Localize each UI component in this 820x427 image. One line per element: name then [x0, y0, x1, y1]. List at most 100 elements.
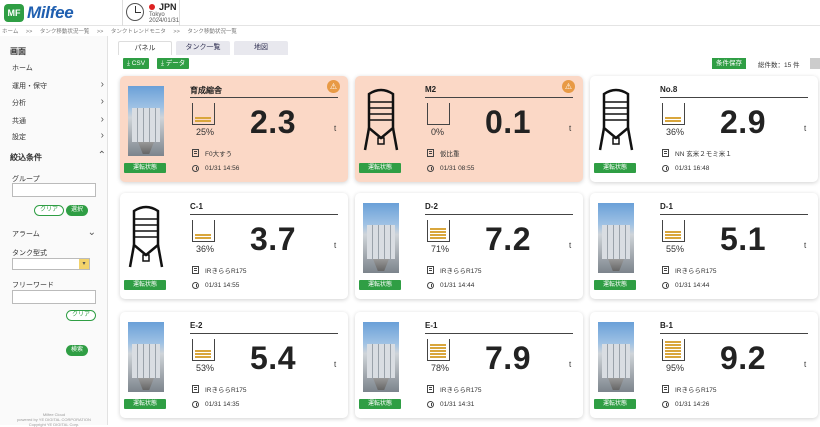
alarm-bell-icon[interactable]: ⚠ [562, 80, 575, 93]
document-icon [192, 266, 199, 274]
freeword-clear-button[interactable]: クリア [66, 310, 97, 321]
status-button[interactable]: 運転状態 [124, 163, 166, 173]
tank-card[interactable]: 運転状態 E-2 53% 5.4 t IRきららR175 01/31 14:35 [120, 312, 348, 418]
freeword-input[interactable] [12, 290, 96, 304]
group-input[interactable] [12, 183, 96, 197]
sidebar-section-title: 画面 [10, 47, 26, 56]
feed-name: IRきららR175 [440, 268, 482, 275]
japan-flag-icon [149, 4, 155, 10]
tank-card[interactable]: 運転状態 B-1 95% 9.2 t IRきららR175 01/31 14:26 [590, 312, 818, 418]
feed-row: IRきららR175 [192, 384, 247, 394]
sidebar-item-home[interactable]: ホーム [12, 63, 106, 73]
tank-image[interactable]: 運転状態 [594, 201, 654, 290]
group-clear-button[interactable]: クリア [34, 205, 65, 216]
feed-name: 仮比重 [440, 151, 460, 158]
tank-image[interactable]: 運転状態 [594, 84, 654, 173]
weight-unit: t [569, 360, 572, 369]
level-bar [430, 231, 446, 233]
chevron-down-icon: ⌄ [87, 227, 96, 238]
document-icon [662, 266, 669, 274]
sidebar-item-label: 運用・保守 [12, 83, 47, 90]
sidebar-item-common[interactable]: 共通 › [12, 114, 106, 126]
region-date: 2024/01/31 [149, 18, 180, 24]
weight-unit: t [569, 241, 572, 250]
status-button[interactable]: 運転状態 [594, 163, 636, 173]
csv-download-button[interactable]: ⤓ CSV [123, 58, 150, 69]
update-time: 01/31 14:35 [205, 401, 240, 408]
tab-map[interactable]: 地図 [234, 41, 288, 55]
data-download-button[interactable]: ⤓ データ [157, 58, 190, 69]
tank-card[interactable]: 運転状態 No.8 36% 2.9 t NN 玄米２モミ米１ 01/31 16:48 [590, 76, 818, 182]
breadcrumb-item[interactable]: タンクトレンドモニタ [111, 29, 166, 35]
status-button[interactable]: 運転状態 [124, 280, 166, 290]
tank-image[interactable]: 運転状態 [359, 201, 419, 290]
app-logo[interactable]: MF Milfee [4, 3, 74, 23]
tank-image[interactable]: 運転状態 [124, 320, 184, 409]
level-bar [665, 353, 681, 355]
level-bar [665, 356, 681, 358]
save-conditions-button[interactable]: 条件保存 [712, 58, 746, 69]
alarm-label: アラーム [12, 231, 40, 238]
feed-name: NN 玄米２モミ米１ [675, 151, 732, 158]
tank-type-label: タンク型式 [12, 250, 47, 257]
region-clock-panel: JPN Tokyo 2024/01/31 [122, 0, 180, 26]
breadcrumb-item[interactable]: タンク移動状況一覧 [40, 29, 90, 35]
status-button[interactable]: 運転状態 [124, 399, 166, 409]
title-divider [425, 214, 573, 215]
tank-card[interactable]: 運転状態 D-2 71% 7.2 t IRきららR175 01/31 14:44 [355, 193, 583, 299]
tank-card[interactable]: 運転状態 M2 ⚠ 0% 0.1 t 仮比重 01/31 08:55 [355, 76, 583, 182]
tank-image[interactable]: 運転状態 [124, 84, 184, 173]
level-bar [665, 347, 681, 349]
filter-title: 絞込条件 [10, 153, 42, 162]
update-time: 01/31 08:55 [440, 165, 475, 172]
group-select-button[interactable]: 選択 [66, 205, 89, 216]
tank-image[interactable]: 運転状態 [359, 320, 419, 409]
document-icon [192, 149, 199, 157]
time-row: 01/31 14:26 [662, 401, 709, 408]
tank-card[interactable]: 運転状態 D-1 55% 5.1 t IRきららR175 01/31 14:44 [590, 193, 818, 299]
time-row: 01/31 14:35 [192, 401, 239, 408]
search-button[interactable]: 検索 [66, 345, 89, 356]
tab-tank-list[interactable]: タンク一覧 [176, 41, 230, 55]
tank-card[interactable]: 運転状態 育成縮舎 ⚠ 25% 2.3 t F0大すう 01/31 14:56 [120, 76, 348, 182]
level-percent: 0% [431, 127, 445, 137]
title-divider [190, 97, 338, 98]
side-toggle-button[interactable] [810, 58, 820, 69]
tank-card[interactable]: 運転状態 C-1 36% 3.7 t IRきららR175 01/31 14:55 [120, 193, 348, 299]
tank-image[interactable]: 運転状態 [124, 201, 184, 290]
breadcrumb-home[interactable]: ホーム [2, 29, 18, 35]
level-bar [195, 237, 211, 239]
alarm-bell-icon[interactable]: ⚠ [327, 80, 340, 93]
update-time: 01/31 14:56 [205, 165, 240, 172]
sidebar-item-analysis[interactable]: 分析 › [12, 96, 106, 108]
level-bar [430, 356, 446, 358]
feed-name: IRきららR175 [205, 387, 247, 394]
clock-icon [192, 401, 199, 408]
breadcrumb-separator: >> [173, 29, 180, 35]
tank-image[interactable]: 運転状態 [359, 84, 419, 173]
sidebar-item-operation[interactable]: 運用・保守 › [12, 79, 106, 91]
level-gauge-icon [427, 103, 450, 125]
status-button[interactable]: 運転状態 [359, 280, 401, 290]
tank-weight: 7.2 [485, 221, 531, 257]
status-button[interactable]: 運転状態 [359, 399, 401, 409]
sidebar-item-label: ホーム [12, 65, 33, 72]
tank-card[interactable]: 運転状態 E-1 78% 7.9 t IRきららR175 01/31 14:31 [355, 312, 583, 418]
sidebar-item-settings[interactable]: 設定 › [12, 130, 106, 142]
tab-panel[interactable]: パネル [118, 41, 172, 55]
update-time: 01/31 14:44 [440, 282, 475, 289]
tank-type-select[interactable]: ▾ [12, 258, 90, 270]
dropdown-arrow-icon: ▾ [79, 259, 89, 269]
tank-image[interactable]: 運転状態 [594, 320, 654, 409]
status-button[interactable]: 運転状態 [594, 280, 636, 290]
status-button[interactable]: 運転状態 [594, 399, 636, 409]
alarm-filter[interactable]: アラーム ⌄ [12, 227, 106, 239]
tank-weight: 5.1 [720, 221, 766, 257]
level-bar [665, 350, 681, 352]
level-bar [430, 353, 446, 355]
tank-weight: 5.4 [250, 340, 296, 376]
clock-icon [427, 282, 434, 289]
feed-name: IRきららR175 [440, 387, 482, 394]
status-button[interactable]: 運転状態 [359, 163, 401, 173]
breadcrumb-separator: >> [96, 29, 104, 35]
